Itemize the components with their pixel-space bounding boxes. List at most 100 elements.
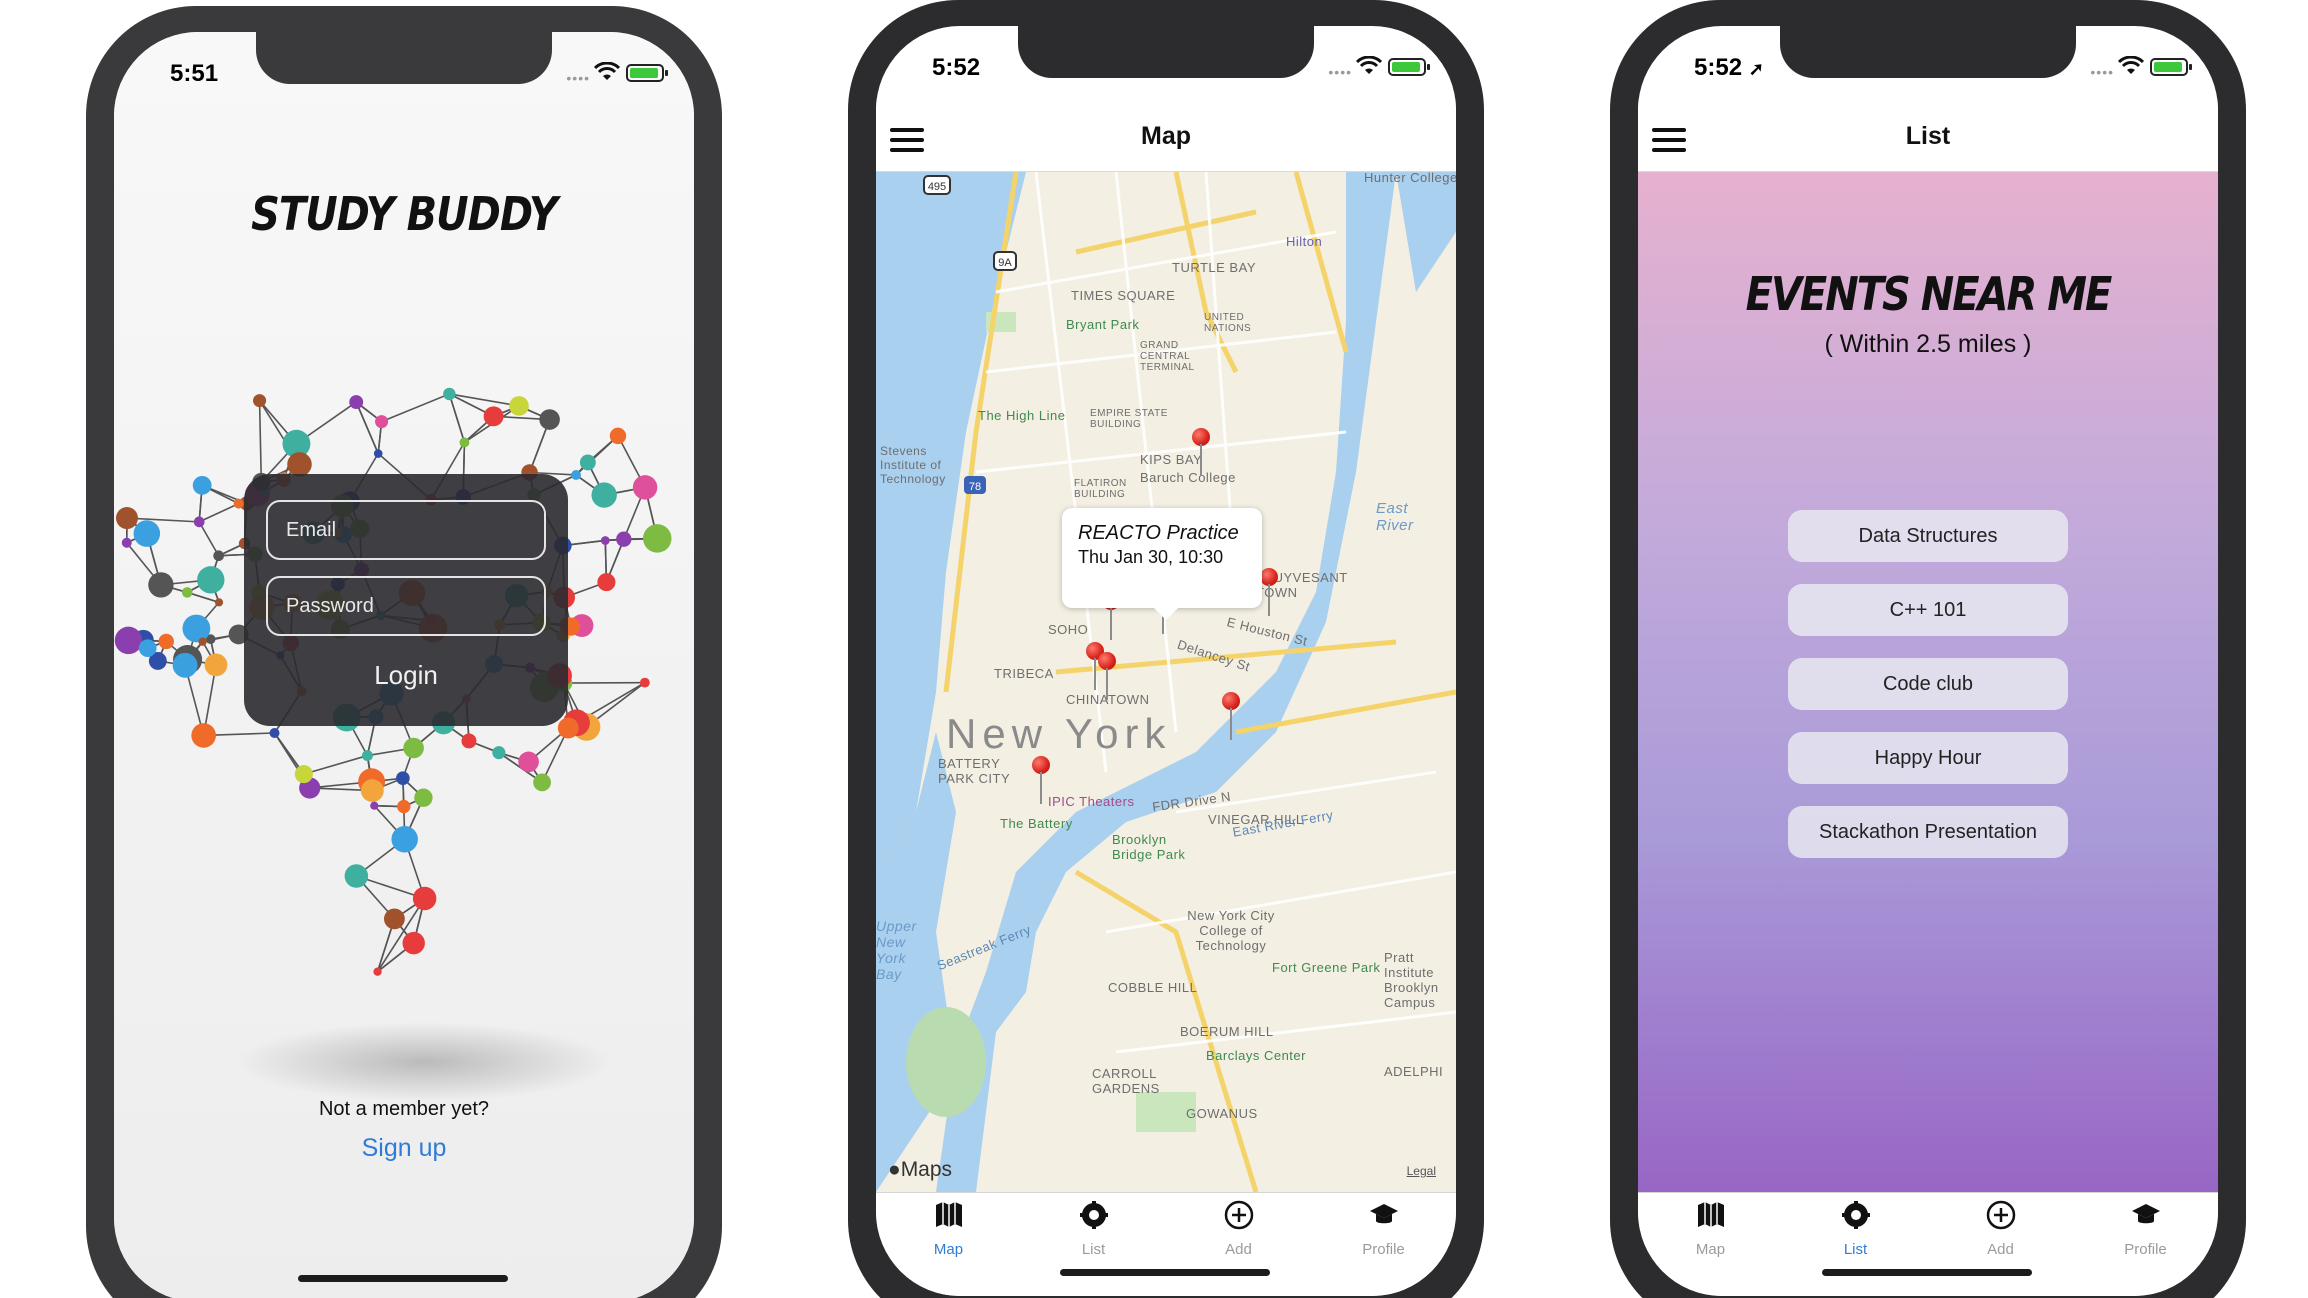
tab-profile-label: Profile — [1362, 1241, 1405, 1258]
network-node — [509, 396, 529, 416]
network-node — [197, 566, 225, 594]
tab-add[interactable]: Add — [1166, 1199, 1311, 1258]
wifi-icon — [2118, 56, 2144, 74]
list-icon — [1841, 1201, 1870, 1229]
map-label-pratt: Pratt Institute Brooklyn Campus — [1384, 950, 1439, 1010]
event-pin[interactable] — [1032, 756, 1050, 804]
network-node — [269, 727, 280, 739]
network-node — [213, 550, 224, 562]
tab-list-label: List — [1843, 1241, 1868, 1258]
event-button-happy-hour[interactable]: Happy Hour — [1788, 732, 2068, 784]
add-icon — [1224, 1200, 1253, 1230]
network-node — [639, 677, 650, 688]
route-78-shield: 78 — [969, 481, 981, 493]
tab-list[interactable]: List — [1783, 1199, 1928, 1258]
network-node — [632, 475, 658, 500]
map-view[interactable]: 495 9A 78 TIMES SQUARE Bryant Park GRAND… — [876, 172, 1456, 1192]
tab-bar: Map List Add Profile — [876, 1192, 1456, 1296]
tab-list[interactable]: List — [1021, 1199, 1166, 1258]
phone-login: 5:51 •••• STUDY BUDDY Email Password Log… — [86, 6, 722, 1298]
notch — [256, 32, 552, 84]
tab-map[interactable]: Map — [876, 1199, 1021, 1258]
signup-link[interactable]: Sign up — [114, 1134, 694, 1163]
network-node — [181, 587, 193, 598]
map-base: 495 9A 78 — [876, 172, 1456, 1192]
email-field[interactable]: Email — [266, 500, 546, 560]
network-node — [391, 825, 418, 853]
map-label-ipic: IPIC Theaters — [1048, 794, 1135, 809]
tab-profile[interactable]: Profile — [1311, 1199, 1456, 1258]
map-label-nyc-tech: New York City College of Technology — [1187, 908, 1275, 953]
notch — [1780, 26, 2076, 78]
event-button-stackathon[interactable]: Stackathon Presentation — [1788, 806, 2068, 858]
network-node — [193, 516, 205, 528]
network-node — [121, 537, 132, 548]
network-node — [287, 452, 312, 477]
event-button-code-club[interactable]: Code club — [1788, 658, 2068, 710]
map-label-high-line: The High Line — [978, 408, 1066, 423]
map-label-upper-bay: Upper New York Bay — [876, 918, 917, 982]
event-callout[interactable]: REACTO Practice Thu Jan 30, 10:30 — [1062, 508, 1262, 620]
network-node — [204, 653, 228, 677]
network-node — [414, 788, 433, 807]
battery-icon — [2150, 58, 2192, 76]
map-label-flatiron: FLATIRON BUILDING — [1074, 478, 1127, 500]
map-label-bryant-park: Bryant Park — [1066, 317, 1140, 332]
network-node — [344, 864, 369, 888]
network-node — [412, 886, 437, 911]
network-node — [579, 454, 596, 471]
event-pin[interactable] — [1222, 692, 1240, 740]
route-9a-shield: 9A — [998, 257, 1012, 269]
event-button-data-structures[interactable]: Data Structures — [1788, 510, 2068, 562]
legal-link[interactable]: Legal — [1407, 1164, 1436, 1178]
signal-icon: •••• — [2090, 64, 2114, 80]
network-node — [172, 652, 198, 678]
map-label-turtle-bay: TURTLE BAY — [1172, 260, 1256, 275]
network-node — [616, 531, 632, 547]
map-label-fort-greene: Fort Greene Park — [1272, 960, 1381, 975]
network-node — [373, 967, 382, 976]
phone-list: 5:52 ➚ •••• List EVENTS NEAR ME ( Within… — [1610, 0, 2246, 1298]
network-node — [402, 931, 425, 955]
tab-profile[interactable]: Profile — [2073, 1199, 2218, 1258]
apple-icon: ● — [888, 1158, 901, 1181]
map-label-east-river: East River — [1376, 500, 1414, 534]
page-title: Map — [1141, 122, 1191, 150]
event-button-cpp-101[interactable]: C++ 101 — [1788, 584, 2068, 636]
tab-map[interactable]: Map — [1638, 1199, 1783, 1258]
home-indicator — [1060, 1269, 1270, 1276]
login-card: Email Password Login — [244, 474, 568, 726]
tab-add-label: Add — [1987, 1241, 2014, 1258]
password-field[interactable]: Password — [266, 576, 546, 636]
home-indicator — [1822, 1269, 2032, 1276]
status-time: 5:52 ➚ — [1694, 54, 1764, 81]
map-label-new-york: New York — [946, 710, 1172, 757]
add-icon — [1986, 1200, 2015, 1230]
map-label-baruch: Baruch College — [1140, 470, 1236, 485]
login-button[interactable]: Login — [244, 660, 568, 691]
event-pin[interactable] — [1260, 568, 1278, 616]
event-pin[interactable] — [1192, 428, 1210, 476]
network-node — [253, 394, 267, 408]
notch — [1018, 26, 1314, 78]
home-indicator — [298, 1275, 508, 1282]
event-pin[interactable] — [1098, 652, 1116, 700]
network-node — [403, 737, 424, 759]
network-node — [133, 520, 161, 547]
network-node — [192, 475, 212, 495]
tab-profile-label: Profile — [2124, 1241, 2167, 1258]
network-node — [349, 395, 364, 410]
callout-title: REACTO Practice — [1078, 522, 1239, 544]
network-node — [214, 598, 224, 607]
map-label-grand-central: GRAND CENTRAL TERMINAL — [1140, 340, 1195, 373]
map-label-united-nations: UNITED NATIONS — [1204, 312, 1252, 334]
map-label-barclays: Barclays Center — [1206, 1048, 1306, 1063]
network-node — [114, 626, 143, 655]
tab-add[interactable]: Add — [1928, 1199, 2073, 1258]
network-node — [148, 572, 174, 598]
tab-add-label: Add — [1225, 1241, 1252, 1258]
network-node — [539, 409, 560, 430]
network-node — [294, 765, 313, 784]
network-node — [597, 573, 616, 592]
map-label-cobble-hill: COBBLE HILL — [1108, 980, 1198, 995]
